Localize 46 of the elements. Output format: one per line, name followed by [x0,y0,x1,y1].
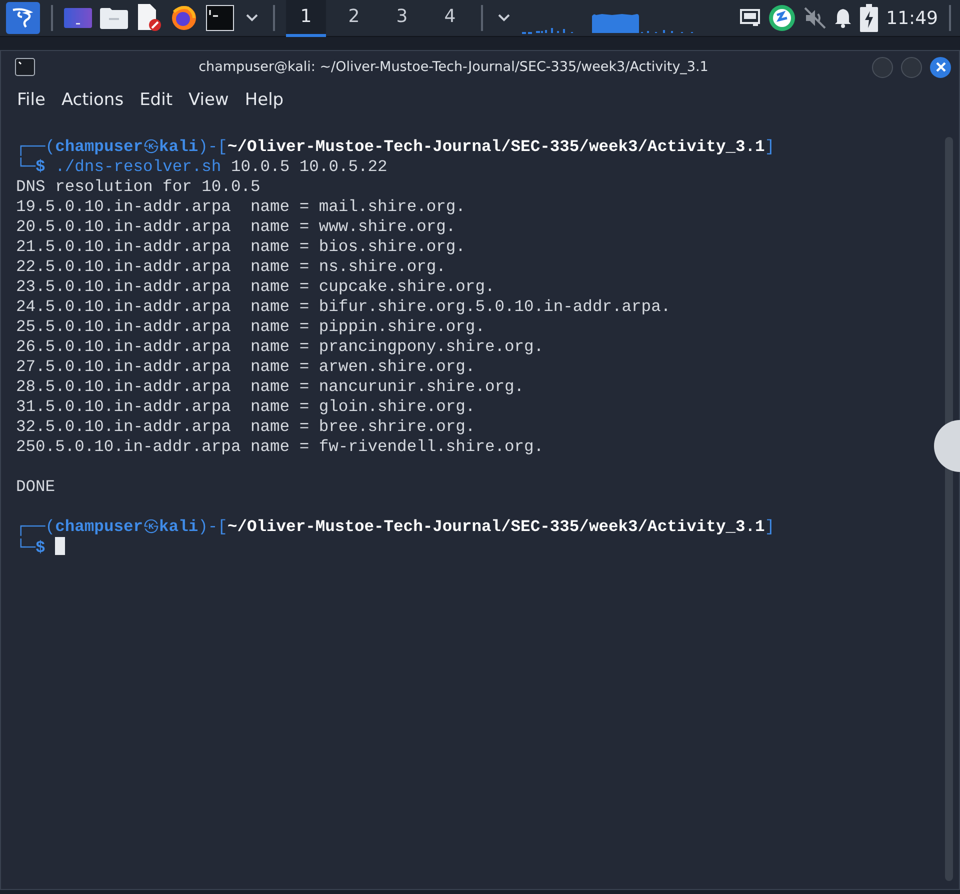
text-cursor [55,537,66,555]
window-title: champuser@kali: ~/Oliver-Mustoe-Tech-Journal/SEC-335/week3/Activity_3.1 [198,59,710,75]
menu-item[interactable]: File [11,88,52,112]
output-line: 32.5.0.10.in-addr.arpa name = bree.shrire.org. [16,417,476,437]
sync-app-icon[interactable] [768,4,796,32]
output-line: 23.5.0.10.in-addr.arpa name = cupcake.shire.org. [16,277,496,297]
output-line: DNS resolution for 10.0.5 [16,177,262,197]
output-line: 22.5.0.10.in-addr.arpa name = ns.shire.org. [16,257,447,277]
scrollbar[interactable] [945,137,953,881]
input-prompt: └─$ [16,538,46,557]
terminal-icon[interactable] [206,5,234,31]
text-editor-icon[interactable] [136,4,162,32]
output-line: 27.5.0.10.in-addr.arpa name = arwen.shire.org. [16,357,476,377]
network-icon[interactable] [740,9,760,27]
menu-item[interactable]: Edit [134,88,178,112]
output-line: 19.5.0.10.in-addr.arpa name = mail.shire.org. [16,197,466,217]
workspace-tab[interactable]: 3 [382,0,422,36]
output-line: 250.5.0.10.in-addr.arpa name = fw-rivendell.shire.org. [16,437,545,457]
output-line: 26.5.0.10.in-addr.arpa name = prancingpony.shire.org. [16,337,545,357]
app-menu-button[interactable] [6,2,40,34]
folder-icon[interactable] [100,7,128,29]
clock: 11:49 [886,8,938,28]
workspace-tab[interactable]: 4 [430,0,470,36]
prompt-line: ┌──(champuser㉿kali)-[~/Oliver-Mustoe-Tech-Journal/SEC-335/week3/Activity_3.1] [16,517,776,537]
x-icon [936,62,946,72]
workspace-tab[interactable]: 1 [286,0,326,36]
terminal-icon [15,58,35,76]
output-line: 20.5.0.10.in-addr.arpa name = www.shire.org. [16,217,457,237]
dragon-icon [10,6,36,30]
workspace-tab[interactable]: 2 [334,0,374,36]
menu-item[interactable]: Actions [55,88,130,112]
menu-item[interactable]: View [182,88,235,112]
output-line: 28.5.0.10.in-addr.arpa name = nancurunir.shire.org. [16,377,526,397]
output-line: DONE [16,477,56,497]
close-button[interactable] [930,56,951,78]
battery-charging-icon[interactable] [860,4,878,32]
output-line: 21.5.0.10.in-addr.arpa name = bios.shire.org. [16,237,466,257]
bell-icon[interactable] [834,8,852,28]
browser-icon[interactable] [170,4,198,32]
prompt-line: ┌──(champuser㉿kali)-[~/Oliver-Mustoe-Tech-Journal/SEC-335/week3/Activity_3.1] [16,137,776,157]
muted-speaker-icon[interactable] [804,7,826,29]
output-line: 31.5.0.10.in-addr.arpa name = gloin.shire.org. [16,397,476,417]
output-line: 24.5.0.10.in-addr.arpa name = bifur.shire.org.5.0.10.in-addr.arpa. [16,297,672,317]
command-line: └─$ ./dns-resolver.sh 10.0.5 10.0.5.22 [16,157,388,177]
output-line: 25.5.0.10.in-addr.arpa name = pippin.shire.org. [16,317,486,337]
menu-item[interactable]: Help [238,88,290,112]
